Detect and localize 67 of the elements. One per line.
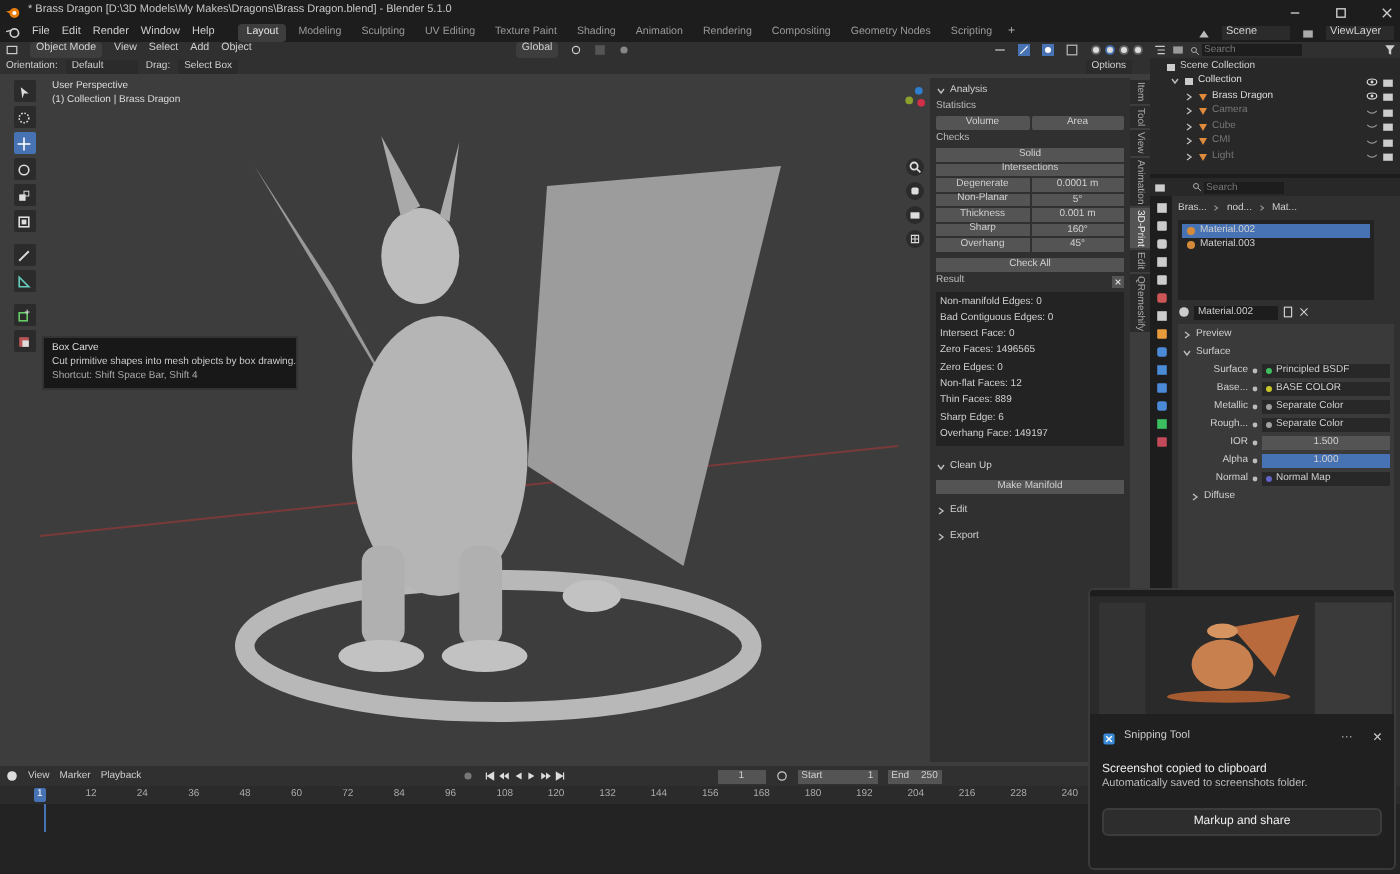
rotate-icon — [16, 161, 32, 177]
chevron-icon[interactable] — [1182, 348, 1192, 358]
chevron-icon[interactable] — [936, 85, 946, 95]
closed-eye-icon[interactable] — [1366, 135, 1378, 148]
add-icon — [16, 307, 32, 323]
axis-gizmo-icon[interactable] — [902, 86, 926, 110]
carve-tool-button[interactable] — [13, 330, 35, 352]
close-icon[interactable] — [1380, 5, 1394, 19]
socket-icon — [1252, 386, 1258, 392]
move-tool-button[interactable] — [13, 132, 35, 154]
scale-icon — [16, 187, 32, 203]
scale-tool-button[interactable] — [13, 184, 35, 206]
close-icon[interactable] — [1112, 275, 1124, 287]
closed-eye-icon[interactable] — [1366, 120, 1378, 133]
chevron-icon[interactable] — [936, 532, 946, 543]
material-sphere-icon[interactable] — [1178, 306, 1190, 318]
search-icon — [1192, 182, 1202, 192]
chevron-icon[interactable] — [1182, 330, 1192, 340]
blender-menu-icon[interactable] — [6, 26, 20, 40]
chevron-icon[interactable] — [1190, 492, 1200, 502]
playback-icon[interactable] — [539, 770, 552, 782]
grid-icon[interactable] — [905, 230, 923, 248]
zoom-icon[interactable] — [905, 158, 923, 176]
gizmo-icon[interactable] — [1018, 44, 1030, 56]
socket-icon — [1252, 404, 1258, 410]
add-tool-button[interactable] — [13, 304, 35, 326]
chevron-icon[interactable] — [936, 462, 946, 473]
carve-icon — [16, 333, 32, 349]
editor-type-icon[interactable] — [1154, 181, 1166, 193]
cursor-icon — [16, 109, 32, 125]
scissors-icon — [1102, 731, 1116, 745]
playback-icon[interactable] — [553, 770, 566, 782]
close-button[interactable]: × — [1372, 730, 1382, 746]
transform-icon — [16, 213, 32, 229]
closed-eye-icon[interactable] — [1366, 105, 1378, 118]
playback-icon[interactable] — [483, 770, 496, 782]
socket-icon — [1252, 422, 1258, 428]
socket-icon — [1252, 458, 1258, 464]
eye-icon[interactable] — [1366, 90, 1378, 103]
editor-type-icon[interactable] — [6, 44, 18, 56]
chevron-icon[interactable] — [1170, 76, 1180, 87]
annotate-icon — [16, 247, 32, 263]
measure-tool-button[interactable] — [13, 270, 35, 292]
playhead-line — [44, 804, 46, 832]
eye-icon[interactable] — [1366, 75, 1378, 88]
app-logo-icon — [6, 5, 20, 19]
socket-icon — [1252, 440, 1258, 446]
overlay-icon[interactable] — [1042, 44, 1054, 56]
display-mode-icon[interactable] — [1154, 44, 1166, 56]
rotate-tool-button[interactable] — [13, 158, 35, 180]
socket-icon — [1252, 368, 1258, 374]
closed-eye-icon[interactable] — [1366, 150, 1378, 163]
xray-icon[interactable] — [1066, 44, 1078, 56]
transform-tool-button[interactable] — [13, 210, 35, 232]
close-icon[interactable] — [1298, 306, 1310, 318]
measure-icon — [16, 273, 32, 289]
select-icon — [16, 83, 32, 99]
search-icon — [1190, 45, 1200, 55]
maximize-icon[interactable] — [1334, 5, 1348, 19]
chevron-icon[interactable] — [936, 506, 946, 517]
cursor-tool-button[interactable] — [13, 106, 35, 128]
socket-icon — [1252, 476, 1258, 482]
copy-icon[interactable] — [1282, 306, 1294, 318]
move-icon — [16, 135, 32, 151]
playback-icon[interactable] — [497, 770, 510, 782]
select-tool-button[interactable] — [13, 80, 35, 102]
annotate-tool-button[interactable] — [13, 244, 35, 266]
